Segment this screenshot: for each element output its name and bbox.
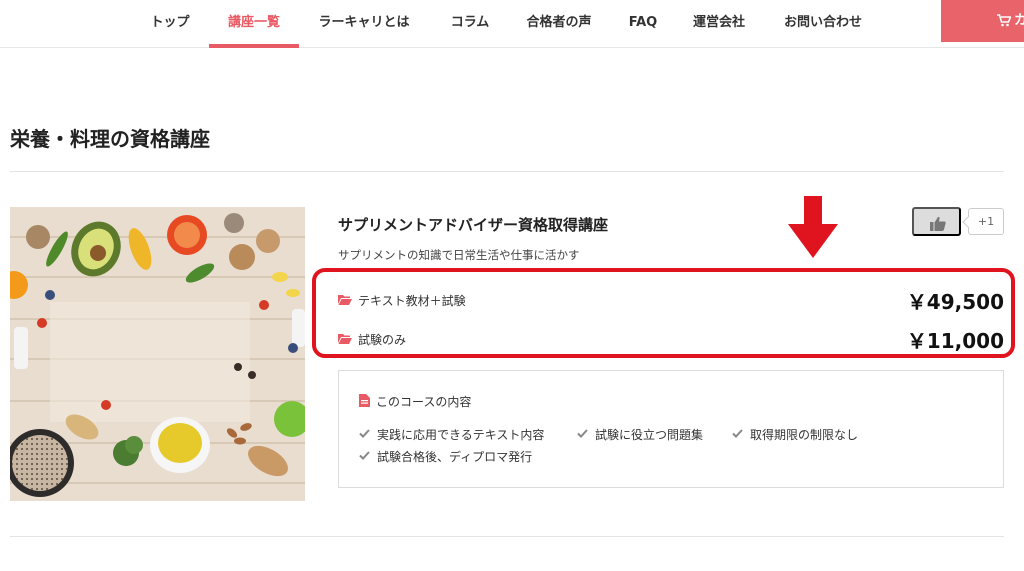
feature-item: 実践に応用できるテキスト内容 <box>359 426 544 443</box>
nav-item-contact[interactable]: お問い合わせ <box>779 0 867 48</box>
check-icon <box>732 429 743 438</box>
contents-heading-label: このコースの内容 <box>376 395 472 409</box>
course-tagline: サプリメントの知識で日常生活や仕事に活かす <box>338 248 580 262</box>
course-image[interactable] <box>10 207 305 501</box>
nav-item-testimonials[interactable]: 合格者の声 <box>522 0 596 48</box>
check-icon <box>359 451 370 460</box>
feature-label: 試験に役立つ問題集 <box>595 428 704 442</box>
check-icon <box>359 429 370 438</box>
feature-label: 試験合格後、ディプロマ発行 <box>377 450 533 464</box>
feature-item: 試験合格後、ディプロマ発行 <box>359 448 532 465</box>
divider <box>10 536 1004 537</box>
page-title: 栄養・料理の資格講座 <box>10 127 210 151</box>
course-contents-box: このコースの内容 実践に応用できるテキスト内容 試験に役立つ問題集 取得期限の制… <box>338 370 1004 488</box>
top-navigation: トップ 講座一覧 ラーキャリとは コラム 合格者の声 FAQ 運営会社 お問い合… <box>0 0 1024 48</box>
nav-item-faq[interactable]: FAQ <box>624 0 662 48</box>
cart-icon <box>997 14 1011 27</box>
like-count: +1 <box>968 208 1004 235</box>
cart-label: カ <box>1014 13 1024 28</box>
course-title[interactable]: サプリメントアドバイザー資格取得講座 <box>338 214 608 235</box>
nav-item-about[interactable]: ラーキャリとは <box>314 0 414 48</box>
red-arrow-icon <box>788 196 838 258</box>
cart-button[interactable]: カ <box>941 0 1024 42</box>
feature-item: 取得期限の制限なし <box>732 426 858 443</box>
feature-label: 取得期限の制限なし <box>750 428 859 442</box>
highlight-box <box>312 268 1015 358</box>
divider <box>10 171 1004 172</box>
nav-item-top[interactable]: トップ <box>147 0 193 48</box>
like-button[interactable] <box>912 207 961 236</box>
nav-item-column[interactable]: コラム <box>444 0 496 48</box>
contents-heading: このコースの内容 <box>359 393 471 410</box>
food-photo <box>10 207 305 501</box>
feature-label: 実践に応用できるテキスト内容 <box>377 428 545 442</box>
document-icon <box>359 394 370 407</box>
check-icon <box>577 429 588 438</box>
nav-active-indicator <box>209 44 299 48</box>
nav-item-course-list[interactable]: 講座一覧 <box>212 0 296 48</box>
thumbs-up-icon <box>930 216 946 231</box>
nav-item-company[interactable]: 運営会社 <box>687 0 751 48</box>
feature-item: 試験に役立つ問題集 <box>577 426 703 443</box>
